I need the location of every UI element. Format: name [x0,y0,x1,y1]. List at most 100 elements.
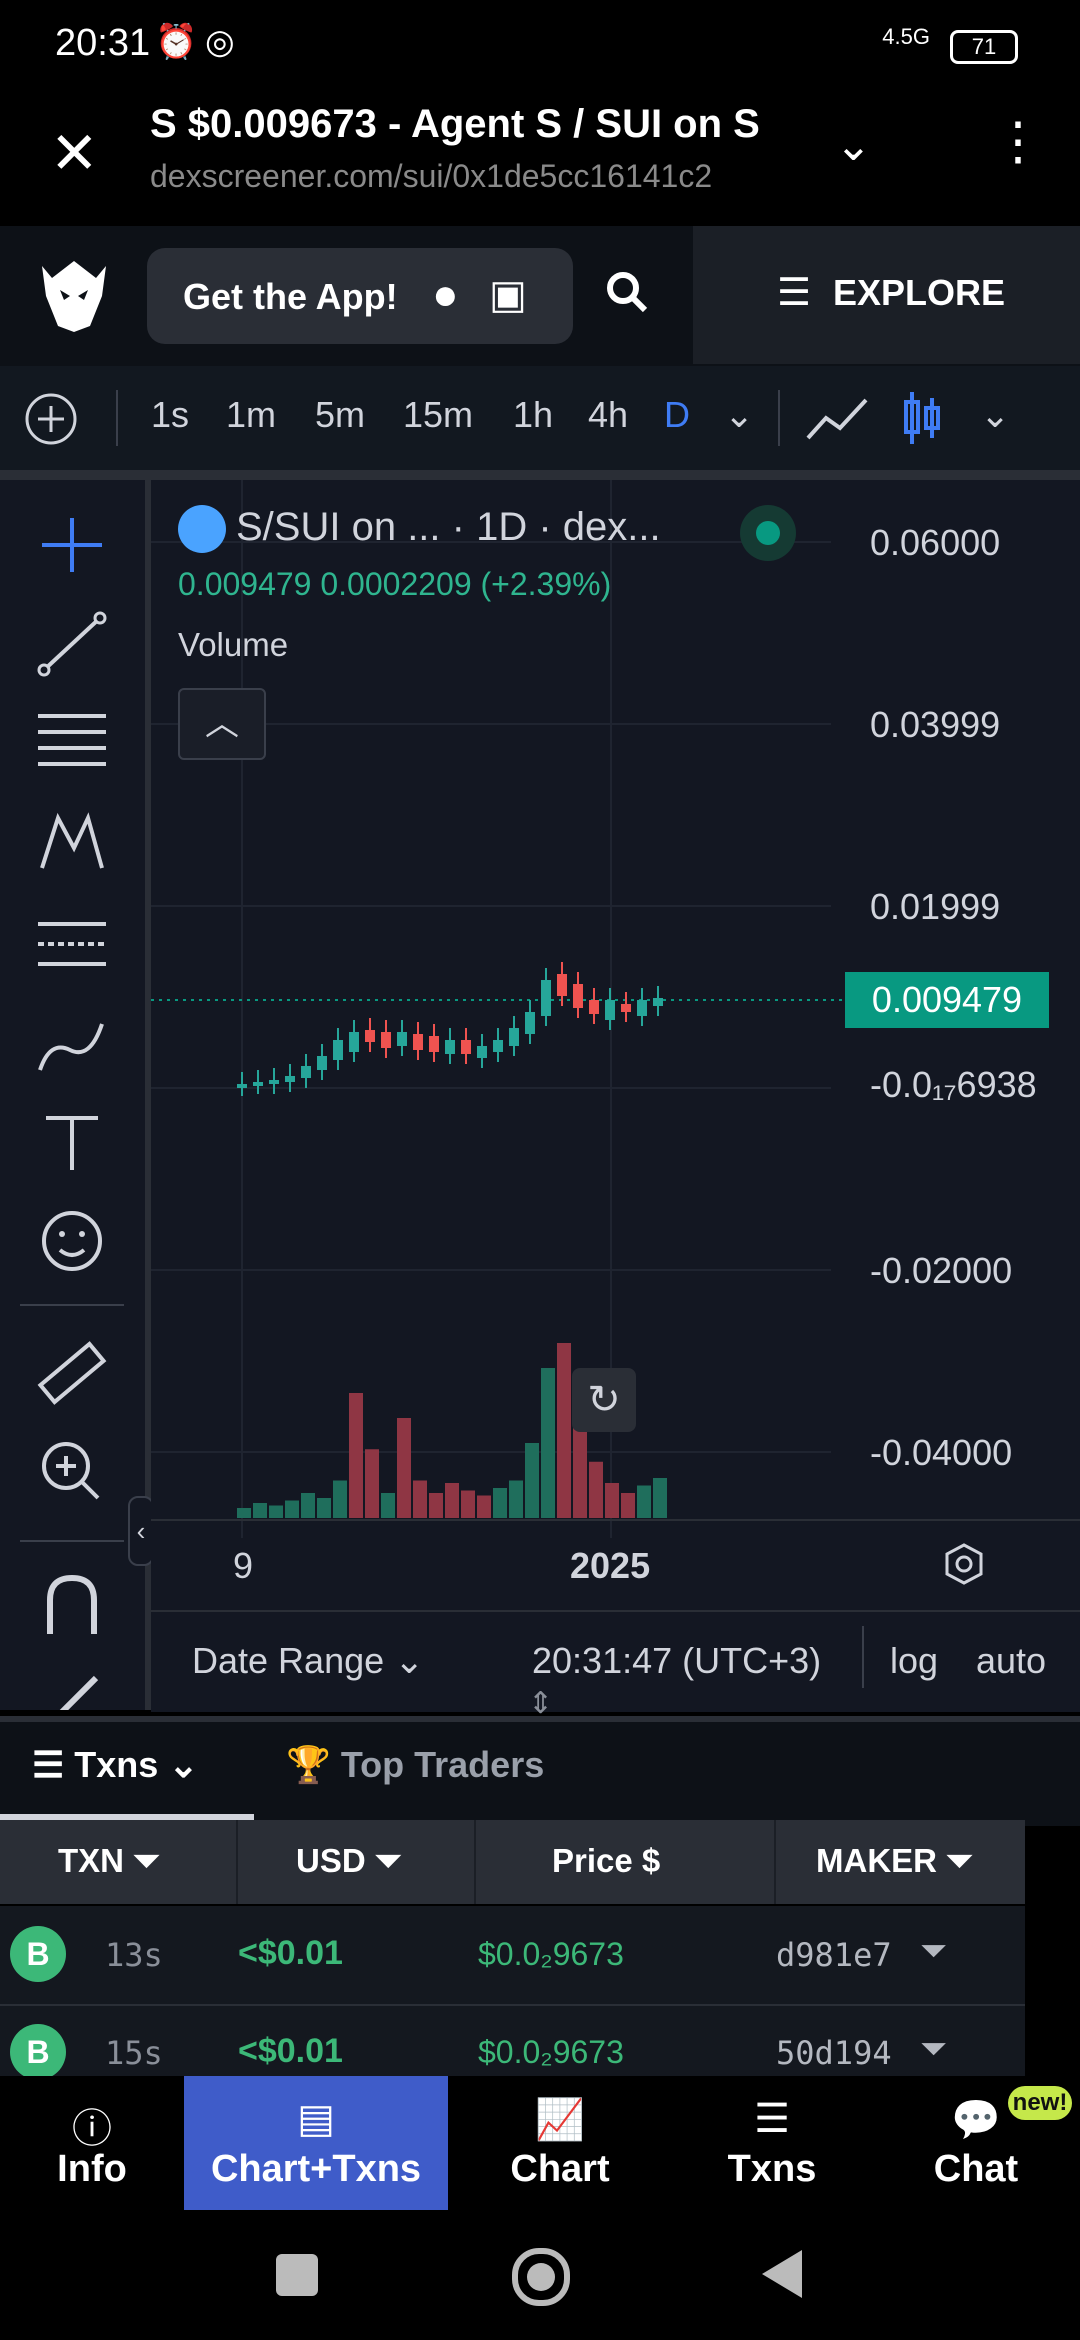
filter-icon: ⏷ [946,1842,973,1879]
volume-bar [429,1493,443,1518]
trend-line-icon[interactable] [30,610,114,680]
volume-bar [477,1495,491,1518]
txn-maker[interactable]: 50d194 [776,2034,892,2072]
volume-bar [349,1393,363,1518]
buy-badge: B [10,1926,66,1982]
chevron-down-icon[interactable]: ⌄ [835,120,872,171]
volume-bar [525,1443,539,1518]
volume-bar [445,1483,459,1518]
volume-bar [509,1480,523,1518]
tab-top-traders[interactable]: 🏆 Top Traders [286,1744,544,1786]
filter-icon[interactable]: ⏷ [920,1932,947,1971]
fib-levels-icon[interactable] [30,910,114,980]
volume-bar [557,1343,571,1518]
home-button[interactable] [512,2248,570,2306]
timeframe-d[interactable]: D [664,394,690,436]
candle [477,1046,487,1058]
pencil-icon[interactable] [30,1670,114,1710]
chevron-down-icon[interactable]: ⌄ [980,394,1010,436]
dexscreener-logo[interactable] [34,256,114,336]
timeframe-5m[interactable]: 5m [315,394,365,436]
volume-bar [381,1493,395,1518]
candle [333,1040,343,1060]
search-icon[interactable] [605,270,649,325]
timeframe-4h[interactable]: 4h [588,394,628,436]
new-badge: new! [1008,2086,1072,2120]
volume-bar [253,1503,267,1518]
line-chart-icon[interactable] [806,396,870,447]
brush-icon[interactable] [30,1010,114,1080]
nav-chart[interactable]: 📈 Chart [448,2076,672,2210]
close-icon[interactable]: ✕ [50,125,99,183]
log-scale-toggle[interactable]: log [890,1640,938,1682]
date-range-dropdown[interactable]: Date Range ⌄ [192,1640,424,1682]
filter-icon[interactable]: ⏷ [920,2030,947,2069]
emoji-icon[interactable] [30,1206,114,1276]
txn-maker[interactable]: d981e7 [776,1936,892,1974]
get-app-button[interactable]: Get the App! ● ▣ [147,248,573,344]
crosshair-icon[interactable] [30,510,114,580]
candle [317,1056,327,1070]
chart-legend-title[interactable]: S/SUI on ... · 1D · dex... [178,505,661,554]
price-axis-label: 0.06000 [870,522,1001,563]
candle [653,998,663,1006]
page-url[interactable]: dexscreener.com/sui/0x1de5cc16141c2 [150,158,780,195]
explore-label: EXPLORE [833,272,1006,313]
candle [541,980,551,1016]
col-header-maker[interactable]: MAKER ⏷ [816,1842,973,1881]
chart-icon: 📈 [535,2098,585,2142]
candle [525,1012,535,1034]
volume-bar [493,1488,507,1518]
explore-button[interactable]: ☰ EXPLORE [693,226,1080,364]
nav-txns[interactable]: ☰ Txns [672,2076,872,2210]
x-axis-label: 2025 [570,1545,651,1586]
candle [557,974,567,996]
candle [573,984,583,1008]
chart-settings-icon[interactable] [942,1542,986,1591]
col-header-txn[interactable]: TXN ⏷ [58,1842,160,1881]
candle [621,1004,631,1012]
price-axis-label: 0.03999 [870,704,1001,745]
txn-age: 15s [105,2034,163,2072]
battery-indicator: 71 [950,30,1018,64]
text-tool-icon[interactable] [30,1108,114,1178]
horizontal-lines-icon[interactable] [30,706,114,776]
ruler-icon[interactable] [30,1338,114,1408]
activity-icon: ◎ [205,23,235,61]
price-axis-label: 0.01999 [870,886,1001,927]
txn-price: $0.0₂9673 [478,1936,624,1972]
get-app-label: Get the App! [183,276,398,317]
zoom-in-icon[interactable] [30,1436,114,1506]
col-header-price[interactable]: Price $ [552,1842,660,1880]
more-options-icon[interactable]: ⋮ [992,116,1044,168]
txn-age: 13s [105,1936,163,1974]
timeframe-1m[interactable]: 1m [226,394,276,436]
tab-txns[interactable]: ☰ Txns ⌄ [32,1744,199,1786]
txn-price: $0.0₂9673 [478,2034,624,2070]
volume-bar [541,1368,555,1518]
add-indicator-icon[interactable] [24,392,78,451]
candle [381,1032,391,1048]
timeframe-1h[interactable]: 1h [513,394,553,436]
auto-scale-toggle[interactable]: auto [976,1640,1046,1682]
back-button[interactable] [762,2250,802,2298]
recent-apps-button[interactable] [276,2254,318,2296]
nav-info[interactable]: ⓘ Info [0,2076,184,2210]
volume-bar [605,1483,619,1518]
candlestick-icon[interactable] [902,390,942,451]
col-header-usd[interactable]: USD ⏷ [296,1842,401,1881]
network-indicator: 4.5G [882,24,930,49]
collapse-legend-button[interactable]: ︿ [178,688,266,760]
reset-chart-icon[interactable]: ↻ [572,1368,636,1432]
browser-bar: ✕ S $0.009673 - Agent S / SUI on S dexsc… [0,80,1080,226]
nav-chart-txns[interactable]: ▤ Chart+Txns [184,2076,448,2210]
candle [589,1000,599,1014]
pattern-icon[interactable] [30,808,114,878]
chevron-down-icon[interactable]: ⌄ [724,394,754,436]
candle [269,1080,279,1084]
timeframe-1s[interactable]: 1s [151,394,189,436]
candle [509,1028,519,1046]
list-icon: ☰ [32,1744,65,1785]
timeframe-15m[interactable]: 15m [403,394,473,436]
magnet-icon[interactable] [30,1570,114,1640]
